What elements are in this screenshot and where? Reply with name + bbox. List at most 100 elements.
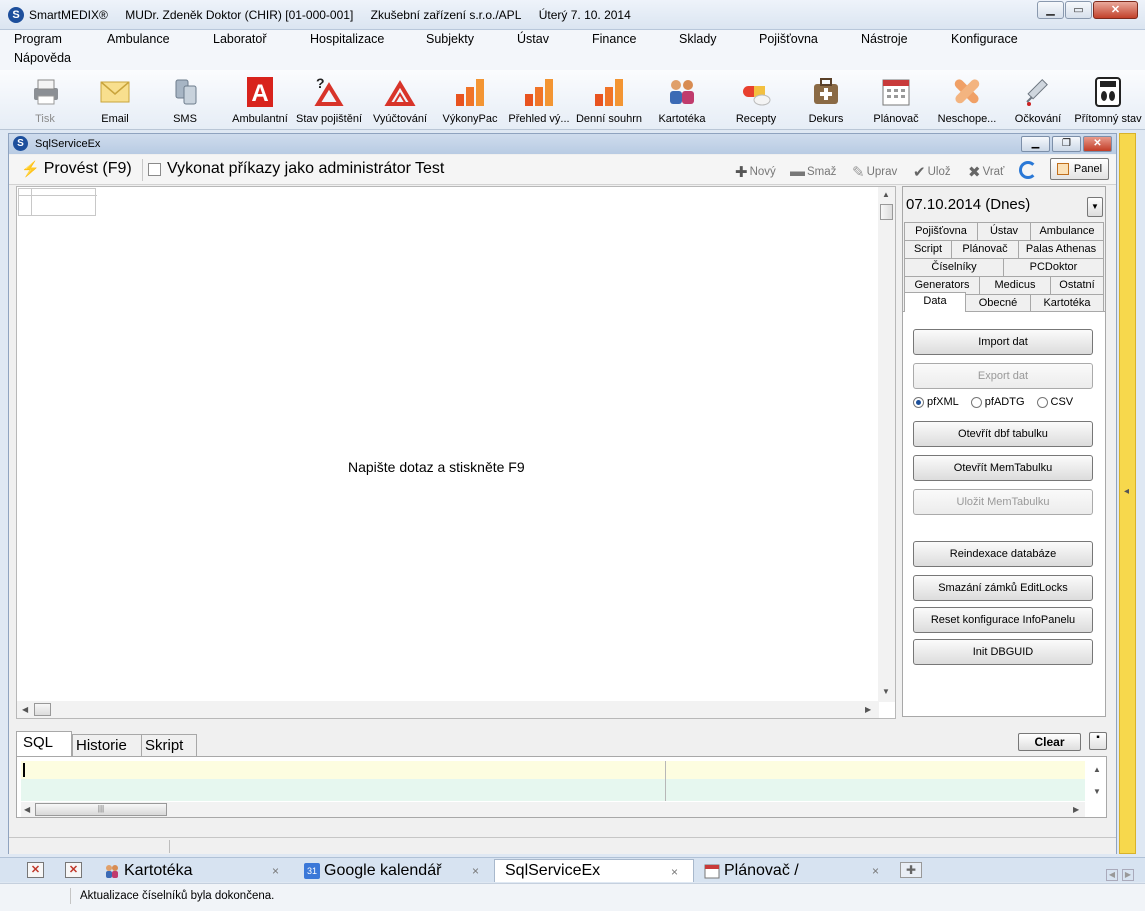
scroll-left-icon[interactable]: ◀ <box>22 705 28 714</box>
tab-medicus[interactable]: Medicus <box>979 276 1051 294</box>
new-button[interactable]: ✚ Nový <box>735 163 776 181</box>
toolbar-email[interactable]: Email <box>92 72 138 128</box>
tab-sql[interactable]: SQL <box>16 731 72 756</box>
tab-pcdoktor[interactable]: PCDoktor <box>1003 258 1104 276</box>
menu-hospitalizace[interactable]: Hospitalizace <box>310 32 384 46</box>
menu-subjekty[interactable]: Subjekty <box>426 32 474 46</box>
sql-current-line[interactable] <box>21 761 1085 779</box>
refresh-icon[interactable] <box>1019 161 1037 179</box>
toolbar-ambulantni[interactable]: A Ambulantní <box>230 72 290 128</box>
panel-toggle-button[interactable]: Panel <box>1050 158 1109 180</box>
radio-circle[interactable] <box>1036 396 1048 408</box>
toolbar-neschopenka[interactable]: Neschope... <box>936 72 998 128</box>
scroll-up-icon[interactable]: ▲ <box>882 190 890 199</box>
menu-finance[interactable]: Finance <box>592 32 636 46</box>
grid-horizontal-scrollbar[interactable]: ◀ ▶ <box>17 701 879 718</box>
menu-konfigurace[interactable]: Konfigurace <box>951 32 1018 46</box>
tab-pojistovna[interactable]: Pojišťovna <box>904 222 978 240</box>
toolbar-kartoteka[interactable]: Kartotéka <box>652 72 712 128</box>
edit-button[interactable]: ✎ Uprav <box>852 163 897 181</box>
side-collapse-rail[interactable]: ◂ <box>1119 133 1136 854</box>
menu-program[interactable]: Program <box>14 32 62 46</box>
toolbar-vyuctovani[interactable]: Vyúčtování <box>370 72 430 128</box>
close-icon[interactable]: × <box>472 864 479 878</box>
sql-horizontal-scrollbar[interactable]: ◀ ||| ▶ <box>21 802 1085 817</box>
delete-locks-button[interactable]: Smazání zámků EditLocks <box>913 575 1093 601</box>
grid-vertical-scrollbar[interactable]: ▲ ▼ <box>878 187 895 702</box>
scroll-right-icon[interactable]: ▶ <box>1073 805 1079 814</box>
close-other-icon[interactable]: ✕ <box>65 862 82 878</box>
scroll-up-icon[interactable]: ▲ <box>1093 765 1101 774</box>
new-tab-icon[interactable]: ✚ <box>900 862 922 878</box>
menu-nastroje[interactable]: Nástroje <box>861 32 908 46</box>
tab-kartoteka[interactable]: Kartotéka <box>1030 294 1104 312</box>
menu-ustav[interactable]: Ústav <box>517 32 549 46</box>
menu-ambulance[interactable]: Ambulance <box>107 32 170 46</box>
scroll-thumb[interactable]: ||| <box>35 803 167 816</box>
window-tab-sqlserviceex[interactable]: SqlServiceEx × <box>494 859 694 882</box>
radio-circle[interactable] <box>913 396 924 408</box>
tab-ustav[interactable]: Ústav <box>977 222 1031 240</box>
radio-circle[interactable] <box>970 396 982 408</box>
toolbar-vykonypac[interactable]: VýkonyPac <box>440 72 500 128</box>
toolbar-denni-souhrn[interactable]: Denní souhrn <box>576 72 642 128</box>
options-button[interactable]: ▪ <box>1089 732 1107 750</box>
scroll-down-icon[interactable]: ▼ <box>1093 787 1101 796</box>
sql-line[interactable] <box>21 779 1085 801</box>
menu-laborator[interactable]: Laboratoř <box>213 32 267 46</box>
toolbar-ockovani[interactable]: Očkování <box>1010 72 1066 128</box>
scroll-down-icon[interactable]: ▼ <box>882 687 890 696</box>
toolbar-planovac[interactable]: Plánovač <box>866 72 926 128</box>
init-dbguid-button[interactable]: Init DBGUID <box>913 639 1093 665</box>
revert-button[interactable]: ✖ Vrať <box>968 163 1004 181</box>
menu-napoveda[interactable]: Nápověda <box>14 51 71 65</box>
chevron-left-icon[interactable]: ◂ <box>1124 486 1129 497</box>
delete-button[interactable]: ▬ Smaž <box>790 163 836 180</box>
radio-pfadtg[interactable]: pfADTG <box>970 396 1025 408</box>
scroll-right-icon[interactable]: ▶ <box>865 705 871 714</box>
open-memtable-button[interactable]: Otevřít MemTabulku <box>913 455 1093 481</box>
save-memtable-button[interactable]: Uložit MemTabulku <box>913 489 1093 515</box>
sql-editor[interactable]: ▲ ▼ ◀ ||| ▶ <box>16 756 1107 818</box>
result-grid[interactable]: Napište dotaz a stiskněte F9 ▲ ▼ ◀ ▶ <box>16 186 896 719</box>
tab-next-icon[interactable]: ▶ <box>1122 869 1134 881</box>
scroll-thumb[interactable] <box>34 703 51 716</box>
admin-checkbox[interactable]: Vykonat příkazy jako administrátor <box>148 160 411 178</box>
menu-pojistovna[interactable]: Pojišťovna <box>759 32 818 46</box>
inner-restore-button[interactable]: ❐ <box>1052 136 1081 152</box>
close-icon[interactable]: × <box>872 864 879 878</box>
tab-ciselniky[interactable]: Číselníky <box>904 258 1004 276</box>
scroll-left-icon[interactable]: ◀ <box>24 805 30 814</box>
scroll-thumb[interactable] <box>880 204 893 220</box>
tab-data[interactable]: Data <box>904 292 966 312</box>
toolbar-sms[interactable]: SMS <box>162 72 208 128</box>
maximize-button[interactable]: ▭ <box>1065 1 1092 19</box>
close-icon[interactable]: × <box>671 865 678 879</box>
import-data-button[interactable]: Import dat <box>913 329 1093 355</box>
close-button[interactable]: ✕ <box>1093 1 1138 19</box>
window-tab-planovac[interactable]: Plánovač / × <box>704 859 879 882</box>
open-dbf-button[interactable]: Otevřít dbf tabulku <box>913 421 1093 447</box>
tab-planovac[interactable]: Plánovač <box>951 240 1019 258</box>
test-label[interactable]: Test <box>415 160 444 178</box>
inner-close-button[interactable]: ✕ <box>1083 136 1112 152</box>
save-button[interactable]: ✔ Ulož <box>913 163 951 181</box>
tab-prev-icon[interactable]: ◀ <box>1106 869 1118 881</box>
tab-skript[interactable]: Skript <box>141 734 197 756</box>
minimize-button[interactable]: ▁ <box>1037 1 1064 19</box>
checkbox-box[interactable] <box>148 162 161 176</box>
export-data-button[interactable]: Export dat <box>913 363 1093 389</box>
toolbar-recepty[interactable]: Recepty <box>728 72 784 128</box>
clear-button[interactable]: Clear <box>1018 733 1081 751</box>
toolbar-pritomny-stav[interactable]: Přítomný stav <box>1074 72 1142 128</box>
tab-ambulance[interactable]: Ambulance <box>1030 222 1104 240</box>
close-all-icon[interactable]: ✕ <box>27 862 44 878</box>
tab-historie[interactable]: Historie <box>72 734 142 756</box>
reindex-button[interactable]: Reindexace databáze <box>913 541 1093 567</box>
tab-ostatni[interactable]: Ostatní <box>1050 276 1104 294</box>
window-tab-kartoteka[interactable]: Kartotéka × <box>104 859 279 882</box>
tab-script[interactable]: Script <box>904 240 952 258</box>
close-icon[interactable]: × <box>272 864 279 878</box>
chevron-down-icon[interactable]: ▼ <box>1087 197 1103 217</box>
inner-minimize-button[interactable]: ▁ <box>1021 136 1050 152</box>
